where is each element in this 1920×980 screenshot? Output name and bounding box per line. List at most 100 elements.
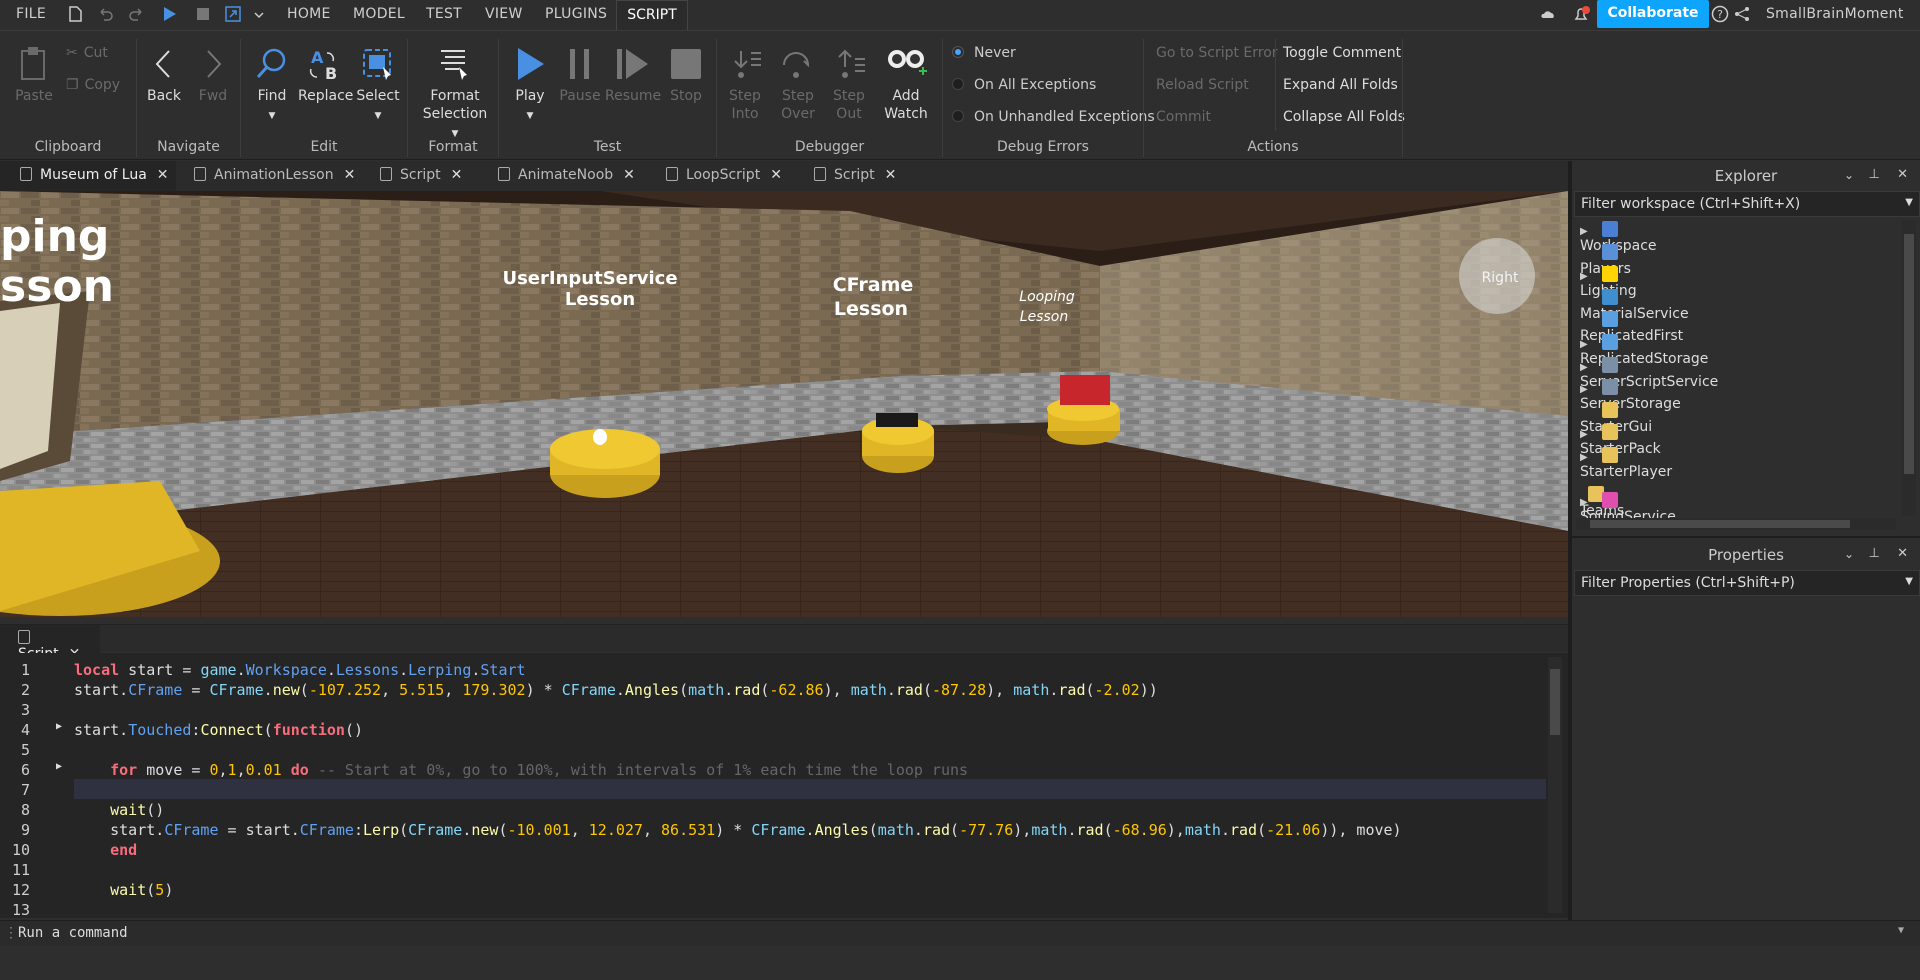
command-input[interactable]: Run a command xyxy=(18,925,128,941)
tree-item-workspace[interactable]: ▶Workspace xyxy=(1580,221,1657,254)
explorer-hscrollbar[interactable] xyxy=(1576,518,1896,530)
close-icon[interactable]: ✕ xyxy=(451,167,463,183)
tree-item-starterpack[interactable]: ▶StarterPack xyxy=(1580,424,1661,457)
tree-item-teams[interactable]: Teams xyxy=(1580,470,1624,519)
resume-button[interactable]: Resume xyxy=(605,45,661,105)
fwd-button[interactable]: Fwd xyxy=(193,45,233,105)
expand-arrow-icon[interactable]: ▶ xyxy=(1580,226,1594,237)
share-icon[interactable] xyxy=(1733,5,1751,23)
expand-arrow-icon[interactable]: ▶ xyxy=(1580,362,1594,373)
properties-filter-input[interactable]: Filter Properties (Ctrl+Shift+P) ▼ xyxy=(1574,570,1920,596)
code-editor[interactable]: 1 2 3 4 5 6 7 8 9 10 11 12 13 ▶ ▶ local … xyxy=(0,653,1568,919)
editor-scrollbar[interactable] xyxy=(1548,657,1562,913)
menu-view[interactable]: VIEW xyxy=(485,6,523,22)
step-out-button[interactable]: Step Out xyxy=(827,45,871,123)
chevron-down-icon[interactable]: ▼ xyxy=(1905,197,1913,208)
tab-script-1[interactable]: Script ✕ xyxy=(372,161,464,191)
toggle-comment-button[interactable]: Toggle Comment xyxy=(1283,45,1401,61)
collaborate-button[interactable]: Collaborate xyxy=(1597,0,1709,28)
step-over-button[interactable]: Step Over xyxy=(776,45,820,123)
stop-quick-icon[interactable] xyxy=(194,5,212,23)
tab-loopscript[interactable]: LoopScript ✕ xyxy=(658,161,788,191)
collapse-all-folds-button[interactable]: Collapse All Folds xyxy=(1283,109,1405,125)
redo-icon[interactable] xyxy=(128,5,146,23)
find-button[interactable]: Find ▼ xyxy=(250,45,294,125)
save-icon[interactable] xyxy=(66,5,84,23)
expand-arrow-icon[interactable]: ▶ xyxy=(1580,271,1594,282)
pause-button[interactable]: Pause xyxy=(558,45,602,105)
close-icon[interactable]: ✕ xyxy=(344,167,356,183)
close-icon[interactable]: ✕ xyxy=(157,167,169,183)
menu-test[interactable]: TEST xyxy=(426,6,462,22)
chevron-down-icon[interactable]: ⌄ xyxy=(1844,168,1854,182)
menu-model[interactable]: MODEL xyxy=(353,6,405,22)
expand-arrow-icon[interactable]: ▶ xyxy=(1580,497,1594,508)
menu-file[interactable]: FILE xyxy=(16,6,46,22)
select-button[interactable]: Select ▼ xyxy=(356,45,400,125)
expand-arrow-icon[interactable]: ▶ xyxy=(1580,429,1594,440)
tab-animationlesson[interactable]: AnimationLesson ✕ xyxy=(186,161,362,191)
menu-plugins[interactable]: PLUGINS xyxy=(545,6,607,22)
tree-item-serverstorage[interactable]: ▶ServerStorage xyxy=(1580,379,1681,412)
back-button[interactable]: Back xyxy=(144,45,184,105)
pin-icon[interactable]: ⊥ xyxy=(1869,167,1880,182)
tree-item-starterplayer[interactable]: ▶StarterPlayer xyxy=(1580,447,1672,480)
tree-item-replicatedstorage[interactable]: ▶ReplicatedStorage xyxy=(1580,334,1708,367)
menu-script[interactable]: SCRIPT xyxy=(616,0,688,30)
tree-item-serverscriptservice[interactable]: ▶ServerScriptService xyxy=(1580,356,1718,390)
stop-button[interactable]: Stop xyxy=(666,45,706,105)
notification-bell-icon[interactable] xyxy=(1570,4,1592,26)
scrollbar-thumb[interactable] xyxy=(1904,234,1914,474)
close-icon[interactable]: ✕ xyxy=(770,167,782,183)
replace-button[interactable]: AB Replace xyxy=(298,45,353,105)
explorer-scrollbar[interactable] xyxy=(1902,220,1916,516)
go-to-script-error-button[interactable]: Go to Script Error xyxy=(1156,45,1278,61)
tab-script-editor[interactable]: Script✕ xyxy=(0,625,100,662)
step-into-button[interactable]: Step Into xyxy=(724,45,766,123)
publish-icon[interactable] xyxy=(224,5,242,23)
expand-arrow-icon[interactable]: ▶ xyxy=(1580,339,1594,350)
play-quick-icon[interactable] xyxy=(160,5,178,23)
chevron-down-icon[interactable]: ▼ xyxy=(1898,925,1904,936)
reload-script-button[interactable]: Reload Script xyxy=(1156,77,1249,93)
pin-icon[interactable]: ⊥ xyxy=(1869,546,1880,561)
tab-animatenoob[interactable]: AnimateNoob ✕ xyxy=(490,161,640,191)
3d-viewport[interactable]: UserInputService Lesson CFrame Lesson Loop… xyxy=(0,191,1568,617)
add-watch-button[interactable]: Add Watch xyxy=(880,45,932,123)
menu-home[interactable]: HOME xyxy=(287,6,331,22)
tab-museum-of-lua[interactable]: Museum of Lua ✕ xyxy=(0,161,176,191)
close-icon[interactable]: ✕ xyxy=(1897,167,1908,182)
paste-button[interactable]: Paste xyxy=(14,45,54,105)
expand-all-folds-button[interactable]: Expand All Folds xyxy=(1283,77,1398,93)
view-cube[interactable]: Right xyxy=(1459,238,1535,314)
tree-item-players[interactable]: Players xyxy=(1580,243,1631,277)
tree-item-lighting[interactable]: ▶Lighting xyxy=(1580,266,1637,299)
cut-button[interactable]: ✂ Cut xyxy=(66,45,108,61)
scrollbar-thumb[interactable] xyxy=(1550,669,1560,735)
username-label[interactable]: SmallBrainMoment xyxy=(1766,6,1904,22)
chevron-down-icon[interactable]: ▼ xyxy=(1905,576,1913,587)
expand-arrow-icon[interactable]: ▶ xyxy=(1580,452,1594,463)
cloud-icon[interactable] xyxy=(1540,7,1556,23)
fold-toggle-icon[interactable]: ▶ xyxy=(56,761,62,772)
tree-item-replicatedfirst[interactable]: ReplicatedFirst xyxy=(1580,311,1683,344)
debug-never-radio[interactable]: Never xyxy=(952,45,1016,61)
chevron-down-icon[interactable]: ⌄ xyxy=(1844,547,1854,561)
close-icon[interactable]: ✕ xyxy=(885,167,897,183)
close-icon[interactable]: ✕ xyxy=(623,167,635,183)
fold-toggle-icon[interactable]: ▶ xyxy=(56,721,62,732)
copy-button[interactable]: ❐ Copy xyxy=(66,77,120,93)
chevron-down-icon[interactable] xyxy=(252,5,266,23)
tree-item-materialservice[interactable]: MaterialService xyxy=(1580,288,1689,322)
undo-icon[interactable] xyxy=(96,5,114,23)
tree-item-soundservice[interactable]: ▶SoundService xyxy=(1580,492,1676,525)
debug-unhandled-radio[interactable]: On Unhandled Exceptions xyxy=(952,109,1155,125)
scrollbar-thumb[interactable] xyxy=(1590,520,1850,528)
close-icon[interactable]: ✕ xyxy=(1897,546,1908,561)
format-selection-button[interactable]: Format Selection ▼ xyxy=(420,45,490,143)
tab-script-2[interactable]: Script ✕ xyxy=(806,161,898,191)
commit-button[interactable]: Commit xyxy=(1156,109,1211,125)
command-bar[interactable]: ⋮ Run a command ▼ xyxy=(0,920,1920,946)
help-icon[interactable]: ? xyxy=(1711,5,1729,23)
explorer-filter-input[interactable]: Filter workspace (Ctrl+Shift+X) ▼ xyxy=(1574,191,1920,217)
